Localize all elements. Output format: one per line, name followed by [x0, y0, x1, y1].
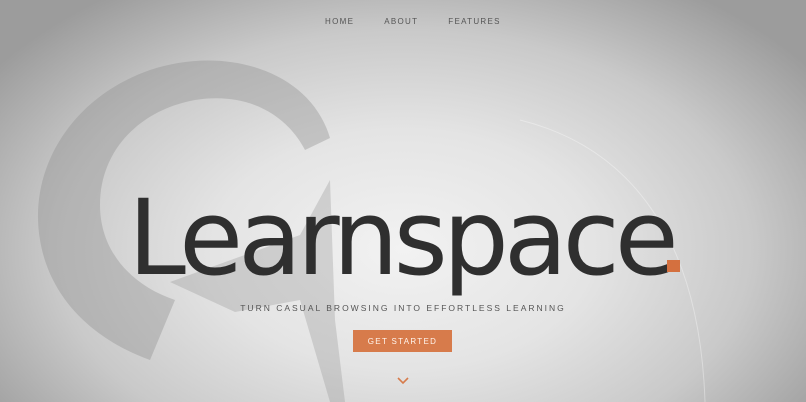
hero-section: HOME ABOUT FEATURES Learnspace TURN CASU… — [0, 0, 806, 402]
brand-dot-accent — [667, 260, 680, 272]
get-started-button[interactable]: GET STARTED — [353, 330, 452, 352]
nav-item-features[interactable]: FEATURES — [448, 17, 500, 26]
chevron-down-icon[interactable] — [397, 375, 409, 385]
nav-item-home[interactable]: HOME — [325, 17, 354, 26]
nav-item-about[interactable]: ABOUT — [384, 17, 418, 26]
main-nav: HOME ABOUT FEATURES — [325, 17, 501, 26]
brand-title: Learnspace — [128, 177, 679, 299]
hero-tagline: TURN CASUAL BROWSING INTO EFFORTLESS LEA… — [240, 303, 566, 313]
